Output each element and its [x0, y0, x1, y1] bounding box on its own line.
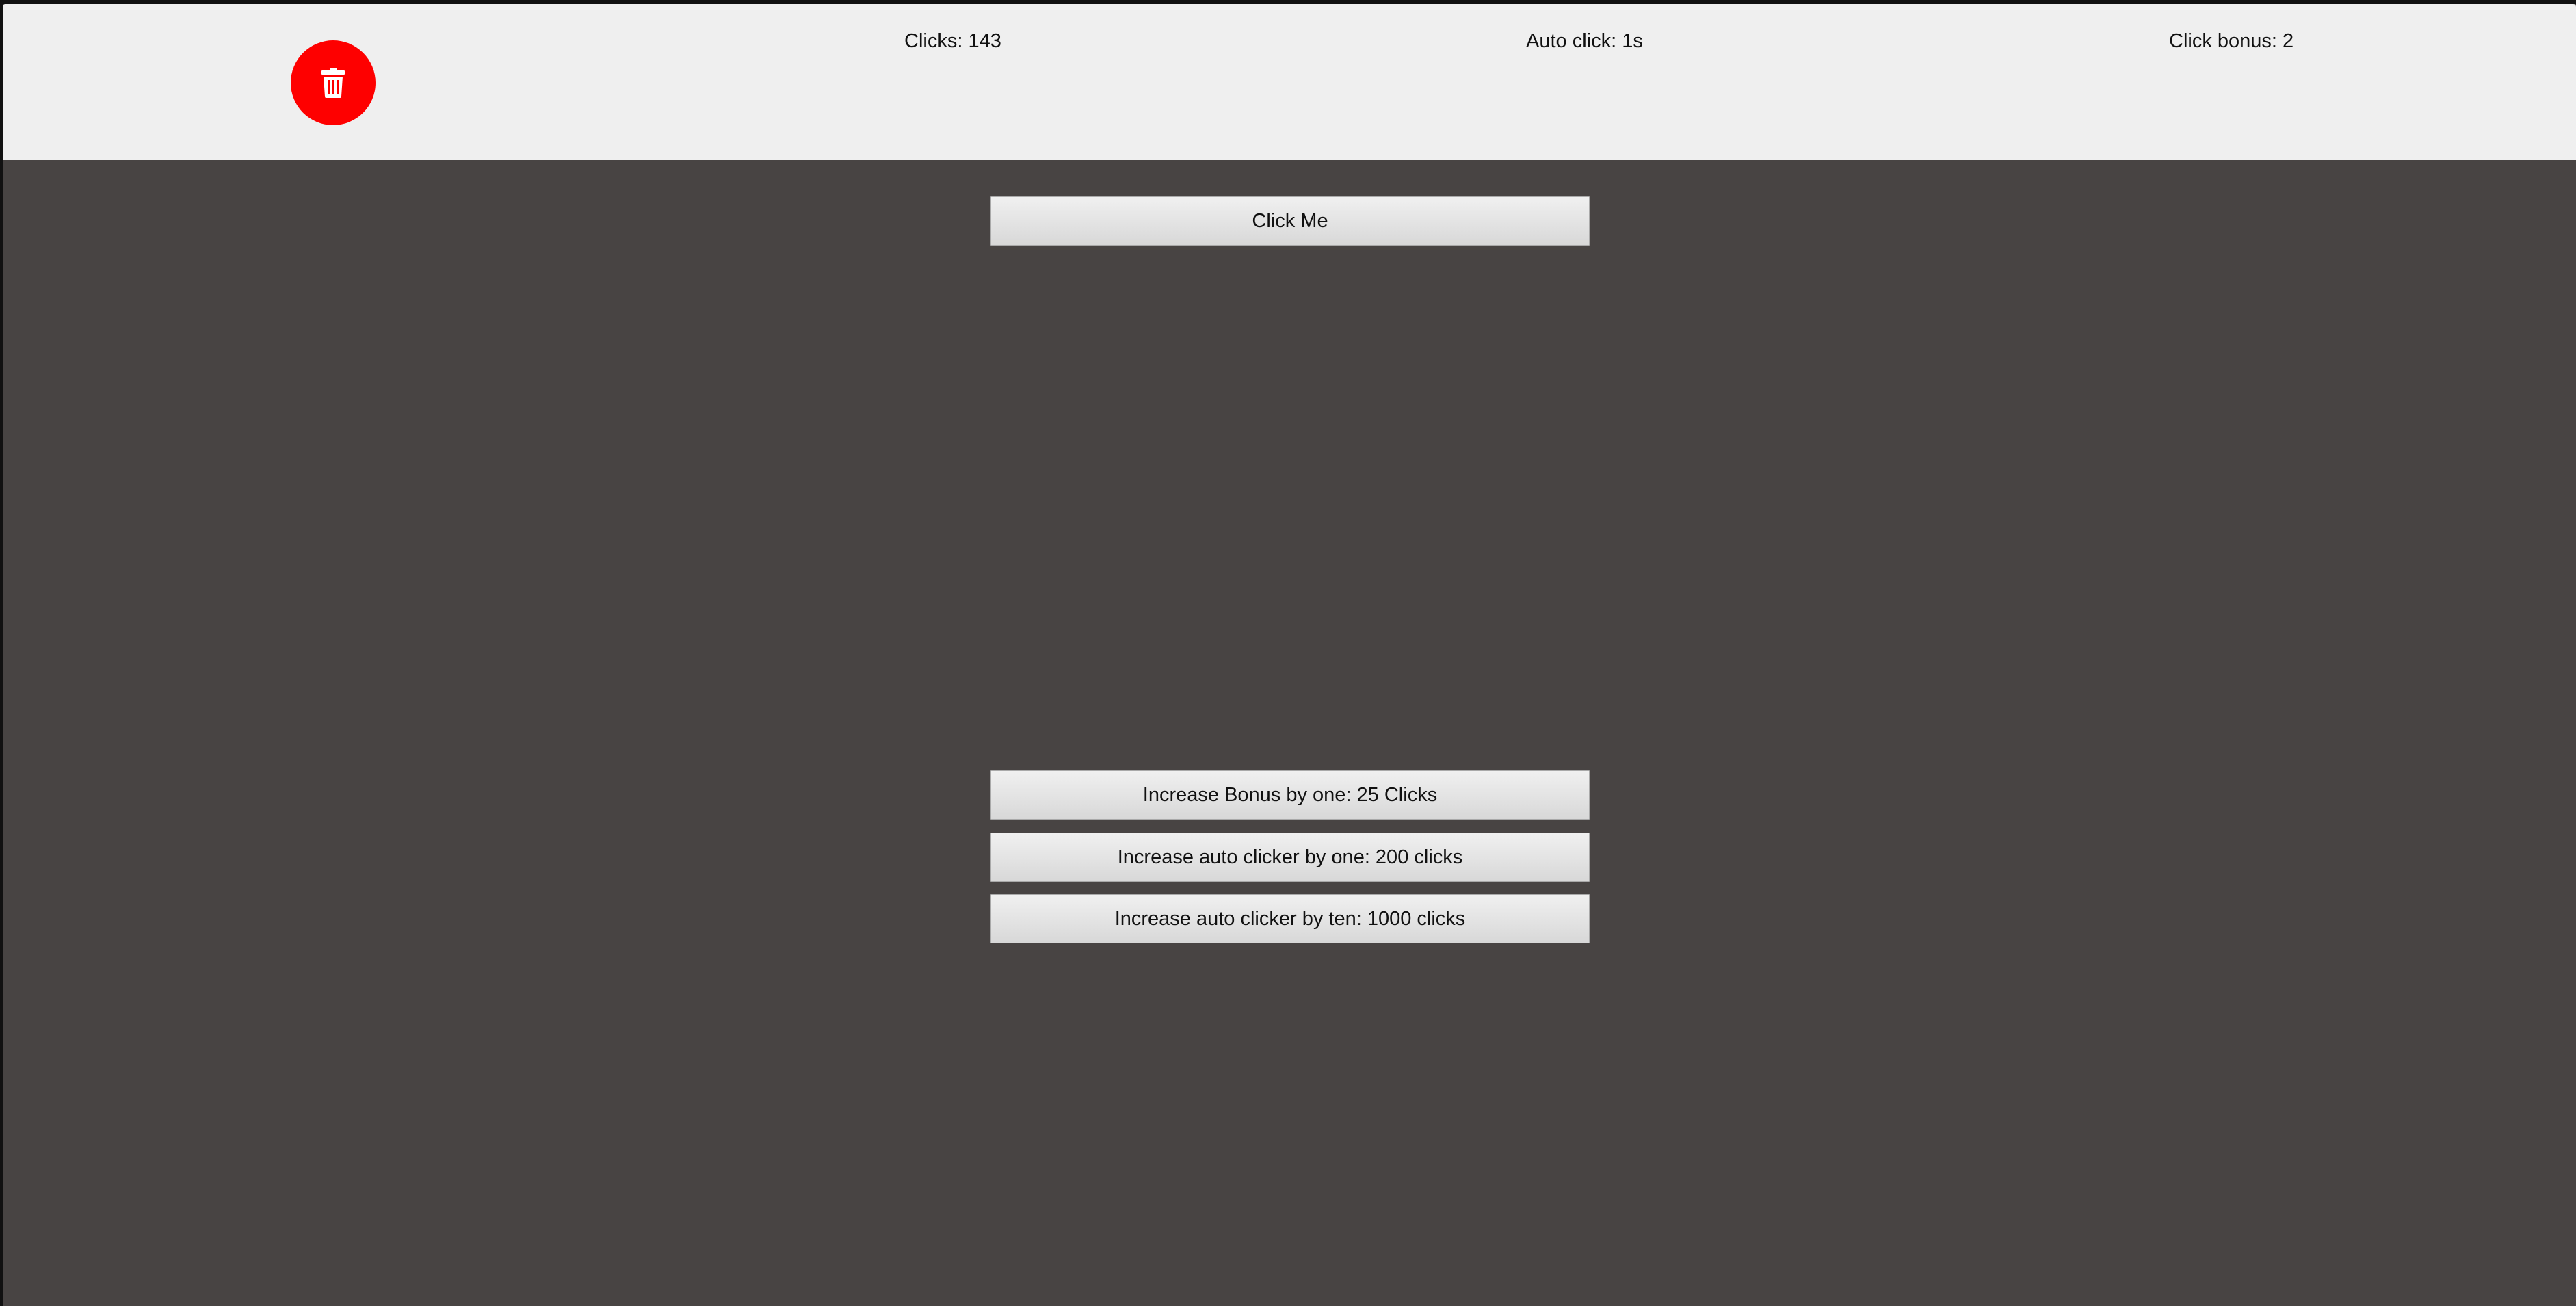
- app-viewport: Clicks: 143 Auto click: 1s Click bonus: …: [0, 0, 2576, 1306]
- increase-bonus-button[interactable]: Increase Bonus by one: 25 Clicks: [990, 770, 1590, 820]
- increase-auto-clicker-ten-button[interactable]: Increase auto clicker by ten: 1000 click…: [990, 894, 1590, 943]
- auto-click-rate: Auto click: 1s: [1526, 30, 1643, 52]
- trash-icon: [321, 68, 345, 98]
- click-me-button[interactable]: Click Me: [990, 196, 1590, 246]
- stats-header: Clicks: 143 Auto click: 1s Click bonus: …: [3, 4, 2576, 160]
- click-bonus-value: Click bonus: 2: [2169, 30, 2294, 52]
- increase-auto-clicker-one-button[interactable]: Increase auto clicker by one: 200 clicks: [990, 833, 1590, 882]
- clicks-counter: Clicks: 143: [904, 30, 1001, 52]
- reset-button[interactable]: [291, 40, 376, 125]
